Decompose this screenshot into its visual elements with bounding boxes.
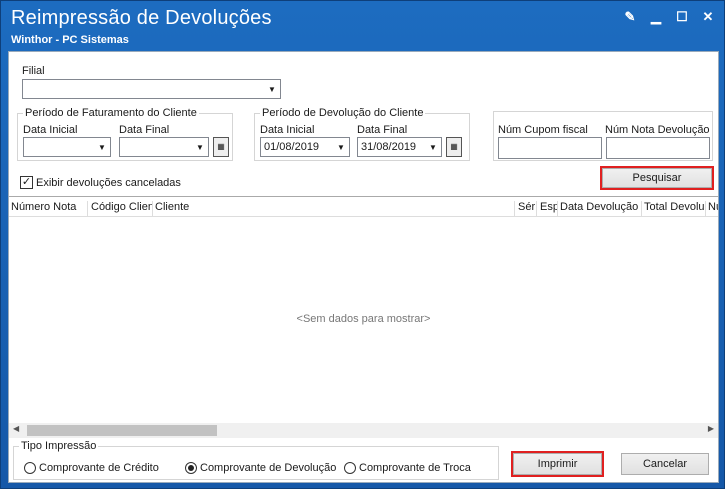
col-especie[interactable]: Esp — [538, 201, 558, 217]
col-data-devolucao[interactable]: Data Devolução — [558, 201, 642, 217]
close-button[interactable]: ✕ — [700, 9, 716, 25]
chevron-down-icon[interactable]: ▼ — [333, 138, 349, 156]
cupom-nota-group: Núm Cupom fiscal Núm Nota Devolução — [493, 111, 713, 161]
fat-data-final-label: Data Final — [119, 124, 170, 136]
pesquisar-button[interactable]: Pesquisar — [600, 166, 714, 190]
calendar-icon[interactable]: ▦ — [213, 137, 229, 157]
label-comprovante-credito: Comprovante de Crédito — [39, 462, 159, 474]
exibir-canceladas-label: Exibir devoluções canceladas — [36, 177, 181, 189]
chevron-down-icon[interactable]: ▼ — [192, 138, 208, 156]
cupom-input[interactable] — [498, 137, 602, 159]
cancelar-button[interactable]: Cancelar — [621, 453, 709, 475]
label-comprovante-devolucao: Comprovante de Devolução — [200, 462, 337, 474]
horizontal-scrollbar[interactable]: ◀ ▶ — [9, 423, 718, 438]
scroll-thumb[interactable] — [27, 425, 217, 436]
scroll-left-icon[interactable]: ◀ — [13, 424, 19, 433]
imprimir-button[interactable]: Imprimir — [511, 451, 604, 477]
title-bar: Reimpressão de Devoluções Winthor - PC S… — [1, 1, 724, 51]
calendar-icon[interactable]: ▦ — [446, 137, 462, 157]
chevron-down-icon[interactable]: ▼ — [94, 138, 110, 156]
faturamento-title: Período de Faturamento do Cliente — [23, 107, 199, 119]
dev-data-inicial-value: 01/08/2019 — [264, 141, 320, 153]
dev-data-inicial-label: Data Inicial — [260, 124, 315, 136]
col-numero[interactable]: Nu — [706, 201, 718, 217]
col-total-devolucao[interactable]: Total Devolu — [642, 201, 706, 217]
filial-label: Filial — [22, 65, 45, 77]
devolucao-title: Período de Devolução do Cliente — [260, 107, 426, 119]
label-comprovante-troca: Comprovante de Troca — [359, 462, 471, 474]
nota-devolucao-input[interactable] — [606, 137, 710, 159]
filial-select[interactable]: ▼ — [22, 79, 281, 99]
exibir-canceladas-checkbox[interactable]: ✓ — [20, 176, 33, 189]
radio-comprovante-credito[interactable] — [24, 462, 36, 474]
minimize-button[interactable]: ▁ — [648, 9, 664, 25]
nota-devolucao-label: Núm Nota Devolução — [605, 124, 710, 136]
tipo-impressao-title: Tipo Impressão — [19, 440, 99, 452]
dev-data-final-value: 31/08/2019 — [361, 141, 417, 153]
grid-header: Número Nota Código Clien Cliente Sér Esp… — [9, 197, 718, 217]
devolucao-group: Período de Devolução do Cliente Data Ini… — [254, 107, 470, 161]
dev-data-final-label: Data Final — [357, 124, 408, 136]
maximize-button[interactable]: ☐ — [674, 9, 690, 25]
client-area: Filial ▼ Período de Faturamento do Clien… — [8, 51, 719, 483]
fat-data-inicial-field[interactable]: ▼ — [23, 137, 111, 157]
window-subtitle: Winthor - PC Sistemas — [11, 34, 129, 46]
dev-data-final-field[interactable]: 31/08/2019 ▼ — [357, 137, 442, 157]
col-cliente[interactable]: Cliente — [153, 201, 515, 217]
cupom-label: Núm Cupom fiscal — [498, 124, 588, 136]
grid-empty-text: <Sem dados para mostrar> — [296, 313, 431, 325]
chevron-down-icon[interactable]: ▼ — [264, 80, 280, 98]
faturamento-group: Período de Faturamento do Cliente Data I… — [17, 107, 233, 161]
window-title: Reimpressão de Devoluções — [11, 7, 272, 29]
devolucoes-grid[interactable]: Número Nota Código Clien Cliente Sér Esp… — [9, 196, 718, 438]
dev-data-inicial-field[interactable]: 01/08/2019 ▼ — [260, 137, 350, 157]
col-serie[interactable]: Sér — [516, 201, 537, 217]
radio-comprovante-devolucao[interactable] — [185, 462, 197, 474]
col-codigo-cliente[interactable]: Código Clien — [89, 201, 153, 217]
edit-window-icon[interactable]: ✎ — [622, 9, 638, 25]
fat-data-inicial-label: Data Inicial — [23, 124, 78, 136]
col-numero-nota[interactable]: Número Nota — [9, 201, 88, 217]
scroll-right-icon[interactable]: ▶ — [708, 424, 714, 433]
fat-data-final-field[interactable]: ▼ — [119, 137, 209, 157]
tipo-impressao-group: Tipo Impressão Comprovante de Crédito Co… — [13, 440, 499, 480]
radio-comprovante-troca[interactable] — [344, 462, 356, 474]
chevron-down-icon[interactable]: ▼ — [425, 138, 441, 156]
main-window: Reimpressão de Devoluções Winthor - PC S… — [0, 0, 725, 489]
